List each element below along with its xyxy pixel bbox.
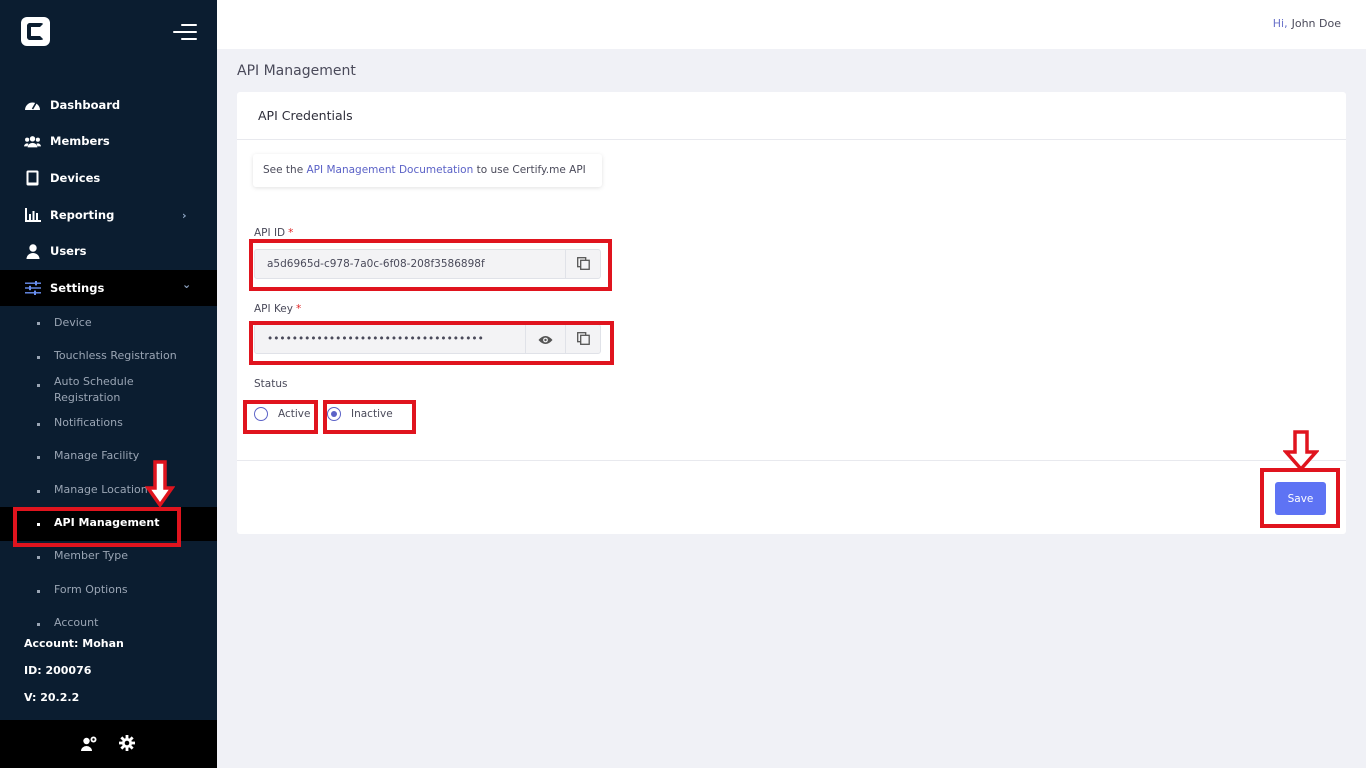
api-credentials-card: API Credentials See the API Management D… [237, 92, 1346, 534]
settings-item-device[interactable]: Device [0, 306, 217, 340]
settings-item-manage-location[interactable]: Manage Location [0, 474, 217, 508]
show-api-key-button[interactable] [525, 325, 565, 353]
api-id-label: API ID * [254, 227, 293, 239]
settings-item-label: Form Options [54, 583, 128, 596]
dashboard-icon [24, 97, 41, 114]
sidebar-item-settings[interactable]: Settings ⌄ [0, 270, 217, 306]
greeting-text: Hi, [1272, 17, 1288, 30]
sidebar-item-devices[interactable]: Devices [0, 160, 217, 196]
settings-item-member-type[interactable]: Member Type [0, 540, 217, 574]
settings-sliders-icon [24, 280, 41, 297]
sidebar-footer [0, 720, 217, 768]
chevron-right-icon: › [182, 208, 187, 222]
sidebar-item-label: Devices [50, 171, 101, 185]
api-documentation-link[interactable]: API Management Documetation [307, 164, 474, 176]
card-title: API Credentials [258, 108, 353, 123]
sidebar-item-members[interactable]: Members [0, 123, 217, 159]
api-id-field: a5d6965d-c978-7a0c-6f08-208f3586898f [254, 249, 601, 279]
sidebar-item-label: Settings [50, 281, 105, 295]
required-marker: * [296, 303, 302, 315]
status-active-radio[interactable]: Active [254, 407, 310, 421]
user-icon [24, 243, 41, 260]
settings-item-label: Device [54, 316, 92, 329]
api-key-input[interactable]: ••••••••••••••••••••••••••••••••••• [255, 325, 525, 353]
documentation-note: See the API Management Documetation to u… [253, 154, 602, 187]
radio-circle-selected [327, 407, 341, 421]
sidebar: Dashboard Members Devices Reporting › Us… [0, 0, 217, 768]
menu-toggle-icon[interactable] [173, 23, 197, 41]
user-name: John Doe [1291, 17, 1341, 30]
status-inactive-radio[interactable]: Inactive [327, 407, 393, 421]
page-title: API Management [237, 63, 356, 79]
api-id-label-text: API ID [254, 227, 286, 239]
card-header: API Credentials [237, 92, 1346, 140]
top-bar: Hi, John Doe [217, 0, 1366, 49]
api-key-field: ••••••••••••••••••••••••••••••••••• [254, 324, 601, 354]
sidebar-item-reporting[interactable]: Reporting › [0, 197, 217, 233]
sidebar-item-label: Reporting [50, 208, 115, 222]
settings-item-form-options[interactable]: Form Options [0, 574, 217, 608]
copy-icon [576, 330, 590, 349]
settings-item-touchless-registration[interactable]: Touchless Registration [0, 340, 217, 374]
settings-item-account[interactable]: Account [0, 607, 217, 637]
api-id-input[interactable]: a5d6965d-c978-7a0c-6f08-208f3586898f [255, 250, 565, 278]
settings-item-label: API Management [54, 516, 160, 529]
settings-item-label: Auto Schedule Registration [54, 375, 134, 404]
settings-item-label: Account [54, 616, 99, 629]
settings-item-label: Manage Location [54, 483, 148, 496]
settings-item-label: Manage Facility [54, 449, 140, 462]
copy-api-key-button[interactable] [565, 325, 600, 353]
reporting-icon [24, 207, 41, 224]
copy-api-id-button[interactable] [565, 250, 600, 278]
settings-item-api-management[interactable]: API Management [0, 507, 217, 541]
sidebar-item-label: Members [50, 134, 110, 148]
user-greeting[interactable]: Hi, John Doe [1273, 17, 1341, 30]
account-name: Account: Mohan [24, 637, 124, 650]
settings-item-label: Member Type [54, 549, 129, 562]
api-key-label-text: API Key [254, 303, 293, 315]
eye-icon [538, 330, 553, 349]
members-icon [24, 133, 41, 150]
devices-icon [24, 170, 41, 187]
note-suffix: to use Certify.me API [476, 164, 586, 176]
chevron-down-icon: ⌄ [182, 278, 192, 291]
sidebar-item-dashboard[interactable]: Dashboard [0, 87, 217, 123]
save-button[interactable]: Save [1275, 482, 1326, 515]
sidebar-item-label: Dashboard [50, 98, 121, 112]
required-marker: * [288, 227, 294, 239]
account-id: ID: 200076 [24, 664, 92, 677]
app-logo[interactable] [21, 17, 50, 46]
settings-item-label: Notifications [54, 416, 123, 429]
note-prefix: See the [263, 164, 304, 176]
sidebar-item-label: Users [50, 244, 87, 258]
user-support-icon[interactable] [81, 736, 97, 755]
copy-icon [576, 255, 590, 274]
app-version: V: 20.2.2 [24, 691, 80, 704]
api-key-label: API Key * [254, 303, 301, 315]
divider [237, 460, 1346, 461]
status-label: Status [254, 378, 288, 390]
settings-item-auto-schedule-registration[interactable]: Auto Schedule Registration [0, 374, 217, 408]
settings-item-notifications[interactable]: Notifications [0, 408, 217, 442]
settings-item-label: Touchless Registration [54, 349, 177, 362]
settings-item-manage-facility[interactable]: Manage Facility [0, 440, 217, 474]
sidebar-item-users[interactable]: Users [0, 233, 217, 269]
radio-circle [254, 407, 268, 421]
radio-label: Inactive [351, 408, 393, 420]
gear-icon[interactable] [119, 735, 135, 755]
radio-label: Active [278, 408, 311, 420]
